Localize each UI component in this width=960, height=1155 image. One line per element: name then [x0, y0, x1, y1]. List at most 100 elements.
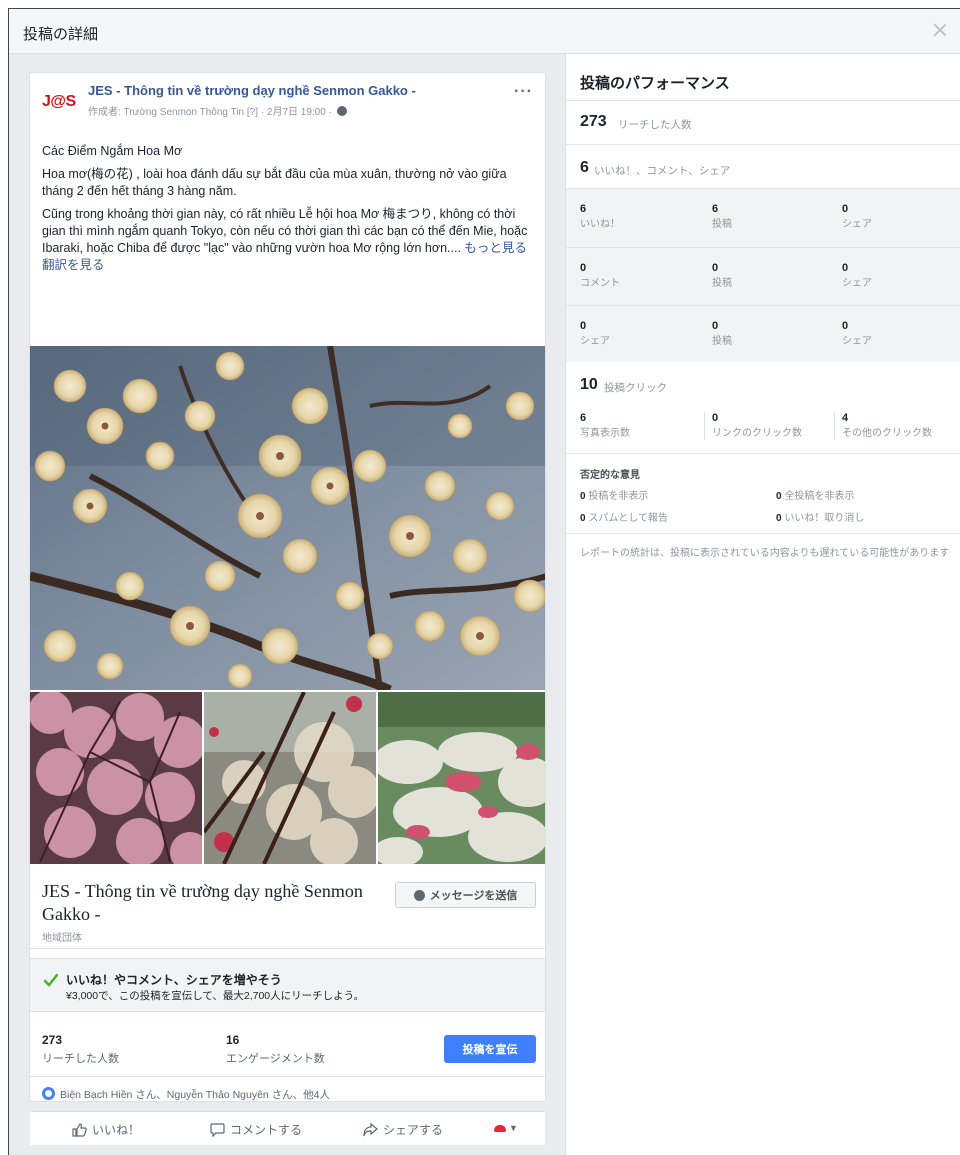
comment-label: コメントする	[230, 1123, 303, 1137]
perf-reach-row: 273 リーチした人数	[566, 100, 960, 144]
dialog-title: 投稿の詳細	[23, 26, 99, 43]
grid-label: 投稿	[712, 219, 732, 230]
reaction-selector[interactable]: ▼	[494, 1123, 518, 1133]
divider	[704, 412, 705, 440]
checkmark-icon	[44, 973, 58, 987]
grid-value: 0	[580, 262, 587, 274]
clicks-label: 投稿クリック	[604, 382, 667, 394]
perf-reach-label: リーチした人数	[618, 119, 692, 131]
share-icon	[363, 1122, 378, 1136]
click-breakdown-item: 4 その他のクリック数	[842, 412, 932, 439]
perf-engagement-row: 6 いいね！、コメント、シェア	[566, 144, 960, 188]
grid-label: いいね！	[580, 219, 620, 230]
reach-label: リーチした人数	[42, 1053, 119, 1065]
post-paragraph: Hoa mơ(梅の花) , loài hoa đánh dấu sự bắt đ…	[42, 167, 507, 198]
click-label: その他のクリック数	[842, 428, 932, 439]
dialog-header: 投稿の詳細	[9, 9, 960, 54]
negative-label: スパムとして報告	[588, 513, 669, 524]
negative-label: 投稿を非表示	[588, 491, 649, 502]
send-message-button[interactable]: メッセージを送信	[395, 882, 536, 908]
click-value: 0	[712, 412, 719, 424]
boost-post-button[interactable]: 投稿を宣伝	[444, 1035, 536, 1063]
grid-label: コメント	[580, 278, 620, 289]
post-details-dialog: 投稿の詳細 J@S JES - Thông tin về trường dạy …	[8, 8, 960, 1155]
see-translation-link[interactable]: 翻訳を見る	[42, 257, 537, 274]
negative-value: 0	[776, 513, 782, 524]
click-value: 6	[580, 412, 587, 424]
grid-value: 6	[580, 203, 587, 215]
perf-reach-value: 273	[580, 113, 607, 130]
send-message-label: メッセージを送信	[429, 890, 518, 902]
negative-item: 0 いいね！取り消し	[776, 509, 864, 524]
perf-engagement-label: いいね！、コメント、シェア	[594, 165, 731, 177]
engagement-value: 16	[226, 1033, 240, 1047]
like-action[interactable]: いいね！	[72, 1121, 140, 1138]
negative-feedback-section: 否定的な意見 0 投稿を非表示 0 全投稿を非表示 0 スパムとして報告 0 い…	[566, 454, 960, 534]
share-label: シェアする	[383, 1123, 444, 1137]
grid-label: 投稿	[712, 278, 732, 289]
page-logo[interactable]: J@S	[42, 93, 80, 117]
post-header: J@S JES - Thông tin về trường dạy nghề S…	[30, 73, 545, 133]
post-photo-garden[interactable]	[378, 692, 545, 864]
grid-label: 投稿	[712, 336, 732, 347]
grid-cell: 0 シェア	[842, 320, 872, 347]
report-note: レポートの統計は、投稿に表示されている内容よりも遅れている可能性があります	[580, 548, 950, 559]
negative-value: 0	[580, 513, 586, 524]
grid-value: 0	[712, 320, 719, 332]
logo-text: J@S	[42, 93, 76, 110]
comment-action[interactable]: コメントする	[210, 1121, 302, 1138]
messenger-icon	[413, 889, 425, 901]
performance-panel: 投稿のパフォーマンス 273 リーチした人数 6 いいね！、コメント、シェア 6…	[565, 54, 960, 1155]
grid-value: 0	[842, 203, 849, 215]
grid-cell: 0 コメント	[580, 262, 620, 289]
more-options-icon[interactable]: ···	[514, 83, 533, 101]
grid-value: 6	[712, 203, 719, 215]
post-preview-panel: J@S JES - Thông tin về trường dạy nghề S…	[9, 54, 565, 1155]
globe-icon	[336, 106, 347, 116]
reactors-summary[interactable]: Biện Bạch Hiền さん、Nguyễn Thảo Nguyên さん、…	[30, 1076, 545, 1101]
post-paragraph-text: Cũng trong khoảng thời gian này, có rất …	[42, 207, 528, 255]
share-action[interactable]: シェアする	[363, 1121, 443, 1138]
boost-description: ¥3,000で、この投稿を宣伝して、最大2,700人にリーチしよう。	[66, 990, 364, 1002]
grid-cell: 0 シェア	[580, 320, 610, 347]
negative-value: 0	[776, 491, 782, 502]
grid-divider	[566, 247, 960, 248]
clicks-value: 10	[580, 376, 598, 393]
like-reaction-icon	[42, 1087, 55, 1100]
divider	[834, 412, 835, 440]
performance-title: 投稿のパフォーマンス	[580, 75, 730, 92]
negative-label: いいね！取り消し	[784, 513, 865, 524]
page-name-link[interactable]: JES - Thông tin về trường dạy nghề Senmo…	[88, 83, 416, 98]
reactors-text: Biện Bạch Hiền さん、Nguyễn Thảo Nguyên さん、…	[60, 1089, 331, 1101]
post-stats: 273 リーチした人数 16 エンゲージメント数 投稿を宣伝	[30, 1023, 545, 1071]
see-more-link[interactable]: もっと見る	[464, 241, 527, 255]
boost-title: いいね！やコメント、シェアを増やそう	[66, 973, 282, 987]
post-body: Các Điểm Ngắm Hoa Mơ Hoa mơ(梅の花) , loài …	[42, 143, 537, 274]
grid-cell: 0 投稿	[712, 262, 732, 289]
post-photo-trees[interactable]	[204, 692, 376, 864]
grid-label: シェア	[842, 278, 872, 289]
click-value: 4	[842, 412, 849, 424]
grid-cell: 6 いいね！	[580, 203, 620, 230]
plum-blossom-photo	[30, 346, 545, 690]
grid-label: シェア	[842, 219, 872, 230]
chevron-down-icon: ▼	[509, 1123, 518, 1133]
grid-value: 0	[712, 262, 719, 274]
post-photo-main[interactable]	[30, 346, 545, 690]
post-photo-pink[interactable]	[30, 692, 202, 864]
post-photo-row	[30, 692, 545, 864]
grid-cell: 0 シェア	[842, 203, 872, 230]
boost-prompt: いいね！やコメント、シェアを増やそう ¥3,000で、この投稿を宣伝して、最大2…	[30, 958, 545, 1012]
plum-trees-photo	[204, 692, 376, 864]
click-label: 写真表示数	[580, 428, 630, 439]
grid-label: シェア	[580, 336, 610, 347]
grid-value: 0	[842, 320, 849, 332]
negative-value: 0	[580, 491, 586, 502]
thumbs-up-icon	[72, 1122, 87, 1137]
post-card: J@S JES - Thông tin về trường dạy nghề S…	[29, 72, 546, 1102]
close-icon[interactable]	[931, 21, 949, 39]
post-paragraph: Các Điểm Ngắm Hoa Mơ	[42, 144, 183, 158]
post-paragraph: Cũng trong khoảng thời gian này, có rất …	[42, 206, 537, 257]
page-attachment[interactable]: JES - Thông tin về trường dạy nghề Senmo…	[30, 864, 545, 949]
like-label: いいね！	[92, 1123, 141, 1137]
